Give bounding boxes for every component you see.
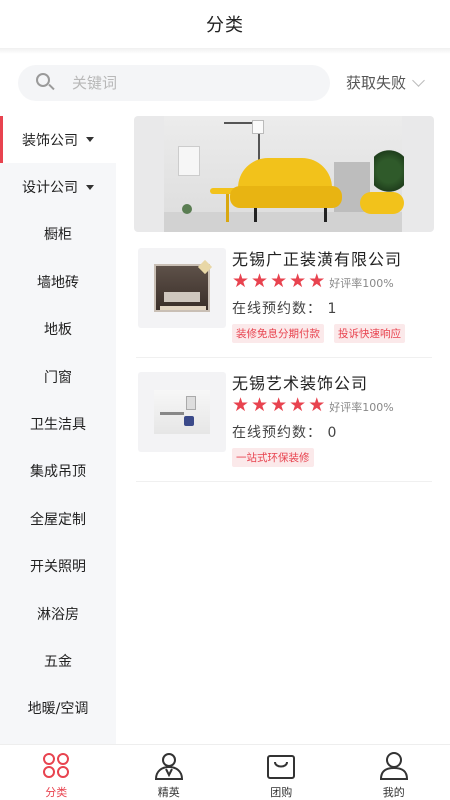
feature-tag: 装修免息分期付款 xyxy=(232,324,324,343)
feature-tag: 一站式环保装修 xyxy=(232,448,314,467)
bottom-tab-bar: 分类 精英 团购 我的 xyxy=(0,744,450,800)
star-icon: ★ xyxy=(289,394,307,416)
caret-down-icon xyxy=(86,137,94,143)
feature-tag: 投诉快速响应 xyxy=(334,324,405,343)
tab-label: 团购 xyxy=(270,786,293,799)
sidebar-item-flooring[interactable]: 地板 xyxy=(0,306,116,353)
sidebar-item-design-company[interactable]: 设计公司 xyxy=(0,163,116,210)
sidebar-item-lighting[interactable]: 开关照明 xyxy=(0,543,116,590)
company-thumbnail xyxy=(138,372,226,452)
sidebar-item-label: 五金 xyxy=(44,653,72,670)
company-card[interactable]: 无锡艺术装饰公司 ★ ★ ★ ★ ★ 好评率100% 在线预约数： 0 一站式环… xyxy=(136,360,432,482)
star-icon: ★ xyxy=(308,270,326,292)
star-icon: ★ xyxy=(270,394,288,416)
sidebar-item-label: 地板 xyxy=(44,322,72,339)
company-name: 无锡艺术装饰公司 xyxy=(232,374,369,393)
star-icon: ★ xyxy=(289,270,307,292)
tag-list: 装修免息分期付款 投诉快速响应 xyxy=(232,324,415,343)
sidebar-item-label: 淋浴房 xyxy=(37,606,79,623)
sidebar-item-label: 全屋定制 xyxy=(30,511,86,528)
sidebar-item-ceiling[interactable]: 集成吊顶 xyxy=(0,448,116,495)
category-sidebar: 装饰公司 设计公司 橱柜 墙地砖 地板 门窗 卫生洁具 集成吊顶 全屋定制 开关… xyxy=(0,116,116,744)
sidebar-item-label: 门窗 xyxy=(44,369,72,386)
header-divider xyxy=(0,48,450,54)
tab-label: 精英 xyxy=(157,786,180,799)
category-icon xyxy=(43,753,70,778)
sidebar-item-custom-furniture[interactable]: 全屋定制 xyxy=(0,495,116,542)
sidebar-item-doors-windows[interactable]: 门窗 xyxy=(0,353,116,400)
star-icon: ★ xyxy=(270,270,288,292)
caret-down-icon xyxy=(86,184,94,190)
tab-category[interactable]: 分类 xyxy=(0,745,113,800)
profile-icon xyxy=(379,752,408,780)
sidebar-item-label: 卫生洁具 xyxy=(30,417,86,434)
tab-label: 我的 xyxy=(382,786,405,799)
search-input[interactable] xyxy=(72,74,292,92)
promo-banner[interactable] xyxy=(134,116,434,232)
search-icon xyxy=(36,73,56,93)
sidebar-item-tiles[interactable]: 墙地砖 xyxy=(0,258,116,305)
company-thumbnail xyxy=(138,248,226,328)
star-icon: ★ xyxy=(251,394,269,416)
star-rating: ★ ★ ★ ★ ★ 好评率100% xyxy=(232,272,394,291)
appointments-count: 在线预约数： 1 xyxy=(232,301,338,317)
company-name: 无锡广正装潢有限公司 xyxy=(232,250,403,269)
sidebar-item-cabinets[interactable]: 橱柜 xyxy=(0,211,116,258)
search-bar: 获取失败 xyxy=(0,58,450,108)
page-title: 分类 xyxy=(206,15,244,36)
sidebar-item-heating-ac[interactable]: 地暖/空调 xyxy=(0,685,116,732)
company-card[interactable]: 无锡广正装潢有限公司 ★ ★ ★ ★ ★ 好评率100% 在线预约数： 1 装修… xyxy=(136,236,432,358)
sidebar-item-label: 墙地砖 xyxy=(37,274,79,291)
search-box[interactable] xyxy=(18,65,330,101)
appointments-count: 在线预约数： 0 xyxy=(232,425,338,441)
rating-text: 好评率100% xyxy=(329,401,394,414)
tab-group-buy[interactable]: 团购 xyxy=(225,745,338,800)
tag-list: 一站式环保装修 xyxy=(232,448,324,467)
sidebar-item-shower[interactable]: 淋浴房 xyxy=(0,590,116,637)
sidebar-item-label: 设计公司 xyxy=(22,180,78,197)
group-buy-bag-icon xyxy=(267,755,296,779)
tab-label: 分类 xyxy=(45,786,68,799)
location-selector[interactable]: 获取失败 xyxy=(346,72,425,93)
star-icon: ★ xyxy=(251,270,269,292)
sidebar-item-sanitary[interactable]: 卫生洁具 xyxy=(0,400,116,447)
sidebar-item-decoration-company[interactable]: 装饰公司 xyxy=(0,116,116,164)
star-icon: ★ xyxy=(232,394,250,416)
sidebar-item-hardware[interactable]: 五金 xyxy=(0,637,116,684)
divider xyxy=(136,357,432,358)
elite-person-icon xyxy=(154,753,183,780)
chevron-down-icon xyxy=(412,73,425,87)
sidebar-item-label: 开关照明 xyxy=(30,559,86,576)
tab-profile[interactable]: 我的 xyxy=(338,745,450,800)
star-icon: ★ xyxy=(308,394,326,416)
rating-text: 好评率100% xyxy=(329,277,394,290)
sidebar-item-label: 橱柜 xyxy=(44,227,72,244)
top-nav-bar: 分类 xyxy=(0,0,450,48)
star-icon: ★ xyxy=(232,270,250,292)
star-rating: ★ ★ ★ ★ ★ 好评率100% xyxy=(232,396,394,415)
sidebar-item-label: 集成吊顶 xyxy=(30,464,86,481)
location-label: 获取失败 xyxy=(346,74,407,92)
divider xyxy=(136,481,432,482)
tab-elite[interactable]: 精英 xyxy=(113,745,226,800)
sidebar-item-label: 装饰公司 xyxy=(22,132,78,149)
sidebar-item-label: 地暖/空调 xyxy=(27,701,89,718)
